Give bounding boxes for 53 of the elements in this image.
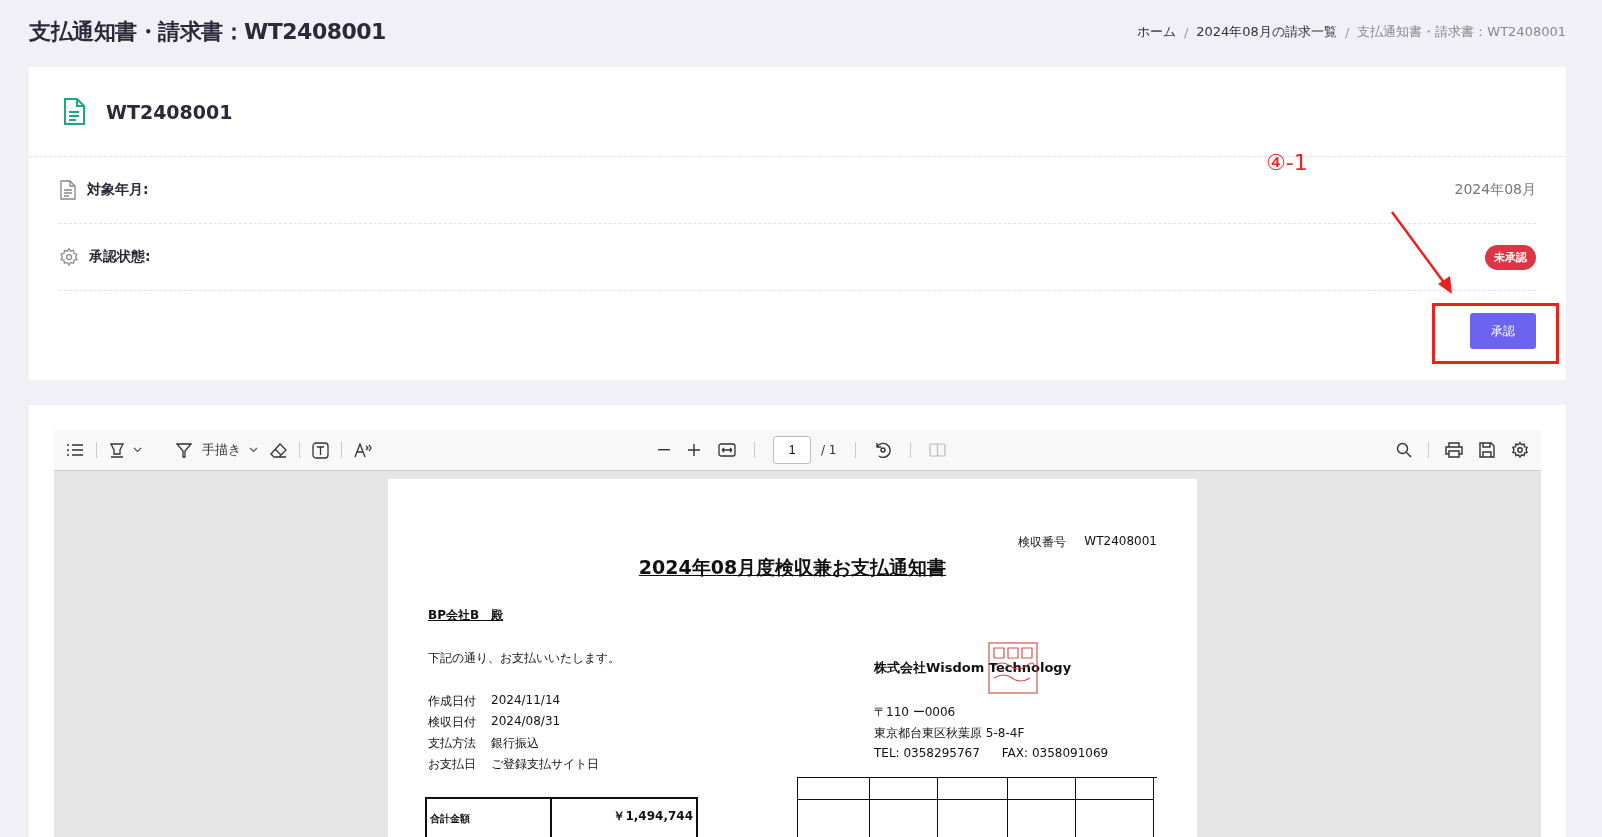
detail-value: ご登録支払サイト日 (491, 756, 599, 773)
list-icon[interactable] (66, 443, 84, 457)
document-icon (62, 97, 86, 126)
document-title: 2024年08月度検収兼お支払通知書 (637, 555, 948, 580)
fit-width-icon[interactable] (718, 443, 736, 457)
rotate-icon[interactable] (873, 441, 892, 459)
status-badge: 未承認 (1485, 244, 1536, 270)
detail-value: 2024/08/31 (491, 714, 561, 730)
document-number-label: 検収番号 (1018, 534, 1067, 551)
zoom-in-icon[interactable] (688, 444, 700, 456)
breadcrumb-separator: / (1183, 24, 1189, 40)
company-address: 東京都台東区秋葉原 5-8-4F (874, 725, 1026, 742)
settings-icon[interactable] (1511, 441, 1529, 459)
detail-value: 銀行振込 (491, 735, 539, 752)
save-icon[interactable] (1479, 442, 1495, 458)
annotation-label: ④-1 (1266, 150, 1308, 175)
company-name: 株式会社Wisdom Technology (874, 659, 1072, 677)
breadcrumb-separator: / (1344, 24, 1350, 40)
phone-number: TEL: 0358295767 (874, 746, 980, 760)
gear-icon (59, 247, 79, 267)
fax-number: FAX: 0358091069 (1001, 746, 1109, 760)
field-label: 承認状態: (89, 248, 151, 266)
intro-text: 下記の通り、お支払いいたします。 (428, 650, 621, 667)
document-icon (59, 180, 77, 200)
highlighter-icon[interactable] (109, 442, 125, 458)
print-icon[interactable] (1445, 442, 1463, 458)
breadcrumb-link[interactable]: ホーム (1136, 23, 1176, 41)
text-size-icon[interactable] (354, 442, 372, 458)
detail-label: 支払方法 (428, 735, 476, 752)
field-label: 対象年月: (87, 181, 149, 199)
funnel-icon (176, 442, 192, 458)
breadcrumb-link[interactable]: 2024年08月の請求一覧 (1196, 23, 1337, 41)
caret-icon[interactable] (249, 447, 258, 453)
field-value: 2024年08月 (1454, 181, 1536, 199)
detail-label: 作成日付 (428, 693, 476, 710)
approve-button[interactable]: 承認 (1470, 313, 1536, 349)
detail-value: 2024/11/14 (491, 693, 561, 709)
document-id: WT2408001 (106, 100, 233, 123)
page-total: / 1 (821, 443, 837, 457)
total-amount: ￥1,494,744 (612, 808, 694, 825)
document-number: WT2408001 (1084, 534, 1157, 550)
eraser-icon[interactable] (270, 442, 287, 458)
caret-icon[interactable] (133, 447, 142, 453)
page-number-field[interactable]: 1 (773, 436, 811, 464)
postal-code: 〒110 ー0006 (874, 704, 957, 721)
text-box-icon[interactable] (312, 441, 329, 459)
total-label: 合計金額 (427, 799, 552, 837)
detail-label: お支払日 (428, 756, 476, 773)
search-icon[interactable] (1396, 442, 1412, 458)
detail-label: 検収日付 (428, 714, 476, 731)
page-title: 支払通知書・請求書：WT2408001 (29, 18, 386, 46)
freehand-tool-button[interactable]: 手描き (176, 441, 241, 459)
addressee: BP会社B 殿 (428, 607, 505, 624)
